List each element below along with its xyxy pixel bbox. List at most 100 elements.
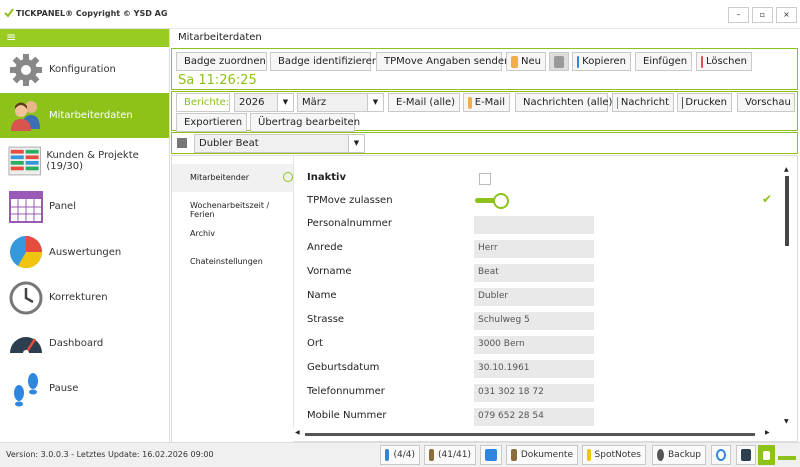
toolbar-actions: Badge zuordnen Badge identifizieren TPMo… [171, 48, 798, 90]
employee-select[interactable]: Dubler Beat ▼ [194, 134, 365, 153]
email-all-label: E-Mail (alle) [396, 97, 456, 108]
tpmove-toggle[interactable] [475, 193, 511, 209]
subnav-item-wochenarbeitszeit[interactable]: Wochenarbeitszeit / Ferien [172, 192, 293, 220]
sidebar-item-auswertungen[interactable]: Auswertungen [0, 229, 169, 275]
undo-icon [554, 55, 564, 68]
documents-button[interactable]: Dokumente [506, 445, 578, 465]
sidebar: ≡ Konfiguration Mitarbeiterdaten Kunden … [0, 29, 170, 442]
clock-display: Sa 11:26:25 [178, 73, 257, 88]
horizontal-scrollbar[interactable]: ◀ ▶ [293, 428, 778, 440]
email-all-button[interactable]: E-Mail (alle) [388, 93, 460, 112]
personalnummer-input[interactable] [474, 216, 594, 234]
backup-button[interactable]: Backup [652, 445, 706, 465]
ort-input[interactable]: 3000 Bern [474, 336, 594, 354]
preview-label: Vorschau [745, 97, 791, 108]
sidebar-item-mitarbeiterdaten[interactable]: Mitarbeiterdaten [0, 92, 169, 139]
sidebar-item-korrekturen[interactable]: Korrekturen [0, 275, 169, 321]
send-icon [617, 96, 618, 109]
tpmove-send-label: TPMove Angaben senden [384, 56, 511, 67]
geburtsdatum-input[interactable]: 30.10.1961 [474, 360, 594, 378]
spotnotes-button[interactable]: SpotNotes [582, 445, 646, 465]
employee-form: Inaktiv TPMove zulassen ✔ Personalnummer… [293, 156, 778, 428]
grid-icon [9, 190, 43, 223]
year-select[interactable]: 2026 ▼ [234, 93, 294, 112]
mobile-input[interactable]: 079 652 28 54 [474, 408, 594, 426]
title-bar: TICKPANEL® Copyright © YSD AG – ▫ × [0, 0, 800, 29]
backup-icon [657, 449, 664, 461]
tpmove-send-button[interactable]: TPMove Angaben senden [376, 52, 510, 71]
transfer-edit-button[interactable]: Übertrag bearbeiten [250, 113, 360, 132]
message-button[interactable]: Nachricht [612, 93, 674, 112]
camera-button[interactable] [736, 445, 756, 465]
sidebar-item-kunden-projekte[interactable]: Kunden & Projekte (19/30) [0, 138, 169, 184]
documents-icon [511, 449, 517, 461]
sidebar-item-pause[interactable]: Pause [0, 366, 169, 412]
strasse-input[interactable]: Schulweg 5 [474, 312, 594, 330]
chevron-down-icon: ▼ [277, 94, 293, 111]
maximize-button[interactable]: ▫ [752, 7, 773, 23]
year-value: 2026 [239, 97, 265, 108]
scroll-thumb[interactable] [305, 433, 755, 436]
sidebar-item-label: Auswertungen [49, 246, 122, 258]
field-label-name: Name [307, 290, 337, 301]
minimize-button[interactable]: – [728, 7, 749, 23]
print-button[interactable]: Drucken [677, 93, 732, 112]
sidebar-menu-button[interactable]: ≡ [0, 29, 169, 47]
sidebar-item-panel[interactable]: Panel [0, 184, 169, 230]
messages-all-button[interactable]: Nachrichten (alle) [515, 93, 612, 112]
scroll-thumb[interactable] [785, 176, 789, 246]
scroll-right-icon: ▶ [765, 429, 770, 436]
name-input[interactable]: Dubler [474, 288, 594, 306]
sidebar-item-label: Mitarbeiterdaten [49, 109, 133, 121]
scroll-up-icon: ▲ [784, 166, 789, 173]
radio-indicator-icon [283, 172, 293, 182]
employee-bar: Dubler Beat ▼ [171, 132, 798, 154]
new-button[interactable]: Neu [506, 52, 546, 71]
sidebar-item-konfiguration[interactable]: Konfiguration [0, 47, 169, 93]
version-info: Version: 3.0.0.3 - Letztes Update: 16.02… [6, 450, 214, 459]
folder-icon [587, 449, 591, 461]
kanban-icon [8, 146, 41, 176]
users-button[interactable]: (41/41) [424, 445, 476, 465]
devices-button[interactable]: (4/4) [380, 445, 420, 465]
export-button[interactable]: Exportieren [176, 113, 247, 132]
badge-identify-button[interactable]: Badge identifizieren [270, 52, 378, 71]
inactive-checkbox[interactable] [479, 173, 491, 185]
edit-icon [511, 55, 519, 68]
message-label: Nachricht [620, 97, 669, 108]
preview-button[interactable]: Vorschau [737, 93, 795, 112]
tpmove-label: TPMove zulassen [307, 195, 393, 206]
telefonnummer-input[interactable]: 031 302 18 72 [474, 384, 594, 402]
clock-icon [716, 449, 726, 461]
anrede-input[interactable]: Herr [474, 240, 594, 258]
subnav-item-mitarbeitender[interactable]: Mitarbeitender [172, 164, 293, 192]
badge-assign-button[interactable]: Badge zuordnen [176, 52, 267, 71]
undo-button[interactable] [549, 52, 569, 71]
transfer-edit-label: Übertrag bearbeiten [258, 117, 361, 128]
field-label-anrede: Anrede [307, 242, 343, 253]
vertical-scrollbar[interactable]: ▲ ▼ [782, 166, 792, 428]
vorname-input[interactable]: Beat [474, 264, 594, 282]
subnav-label: Wochenarbeitszeit / Ferien [190, 201, 270, 219]
email-button[interactable]: E-Mail [463, 93, 510, 112]
delete-button[interactable]: Löschen [696, 52, 752, 71]
employee-value: Dubler Beat [199, 138, 259, 149]
chat-button[interactable] [480, 445, 502, 465]
footprints-icon [14, 372, 38, 407]
new-label: Neu [521, 56, 541, 67]
month-value: März [302, 97, 327, 108]
month-select[interactable]: März ▼ [297, 93, 384, 112]
sidebar-item-label: Korrekturen [49, 292, 108, 304]
export-label: Exportieren [184, 117, 243, 128]
subnav-item-chateinstellungen[interactable]: Chateinstellungen [172, 248, 293, 276]
close-button[interactable]: × [776, 7, 797, 23]
window-title: TICKPANEL® Copyright © YSD AG [16, 9, 168, 18]
backup-label: Backup [668, 450, 701, 460]
copy-button[interactable]: Kopieren [572, 52, 631, 71]
paste-button[interactable]: Einfügen [635, 52, 692, 71]
time-button[interactable] [711, 445, 731, 465]
copy-icon [577, 55, 580, 68]
refresh-button[interactable] [758, 445, 775, 465]
sidebar-item-dashboard[interactable]: Dashboard [0, 321, 169, 367]
subnav-item-archiv[interactable]: Archiv [172, 220, 293, 248]
